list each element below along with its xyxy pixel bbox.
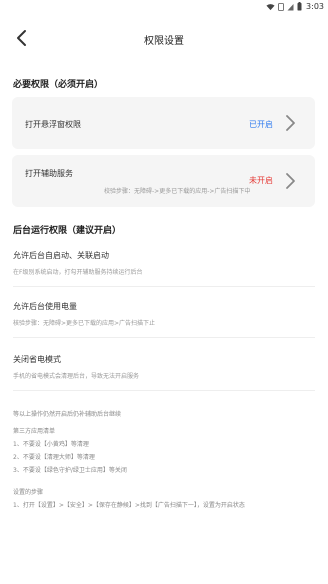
accessibility-hint: 校验步骤：无障碍->更多已下载的应用->广告扫描下中 [104, 188, 251, 195]
third-party-title: 第三方应用清单 [13, 428, 56, 435]
autostart-title: 允许后台自启动、关联启动 [13, 251, 109, 260]
accessibility-status: 未开启 [249, 176, 273, 185]
notes-intro: 等以上操作仍然开启后仍补辅助后台继续 [13, 411, 122, 418]
wifi-icon [266, 3, 275, 10]
sim-icon [278, 2, 284, 11]
page-title: 权限设置 [144, 36, 184, 47]
signal-icon [287, 3, 294, 10]
divider [13, 337, 315, 338]
settings-step: 1、打开【设置】>【安全】>【保存在静候】>找到【广告扫描下一】，设置为开启状态 [13, 502, 245, 509]
floating-window-status: 已开启 [249, 120, 273, 129]
floating-window-label: 打开悬浮窗权限 [25, 120, 81, 129]
third-party-item: 1、不要设【小黄鸡】等清理 [13, 441, 89, 448]
status-icons [266, 2, 302, 11]
battery-title: 允许后台使用电量 [13, 302, 77, 311]
required-section-title: 必要权限（必须开启） [13, 80, 104, 90]
chevron-right-icon [286, 173, 295, 189]
divider [13, 286, 315, 287]
third-party-item: 2、不要设【清理大师】等清理 [13, 454, 95, 461]
autostart-desc: 在F级别系统启动，打勾开辅助服务持续运行后台 [13, 269, 143, 276]
battery-desc: 核验步骤：无障碍>更多已下载的应用>广告扫描下止 [13, 320, 156, 327]
accessibility-label: 打开辅助服务 [25, 169, 73, 178]
chevron-right-icon [286, 115, 295, 131]
third-party-item: 3、不要设【绿色守护/绿卫士应用】等关闭 [13, 467, 127, 474]
power-saving-desc: 手机的省电模式会清理后台，导致无法开启服务 [13, 373, 140, 380]
accessibility-service-card[interactable]: 打开辅助服务 未开启 校验步骤：无障碍->更多已下载的应用->广告扫描下中 [12, 155, 315, 207]
background-section-title: 后台运行权限（建议开启） [13, 226, 122, 236]
power-saving-title: 关闭省电模式 [13, 355, 61, 364]
status-time: 3:03 [306, 2, 324, 11]
settings-title: 设置的步骤 [13, 489, 44, 496]
nav-bar: 权限设置 [0, 24, 328, 54]
floating-window-permission-card[interactable]: 打开悬浮窗权限 已开启 [12, 97, 315, 149]
battery-icon [297, 2, 302, 11]
status-bar: 3:03 [0, 0, 328, 14]
divider [13, 390, 315, 391]
